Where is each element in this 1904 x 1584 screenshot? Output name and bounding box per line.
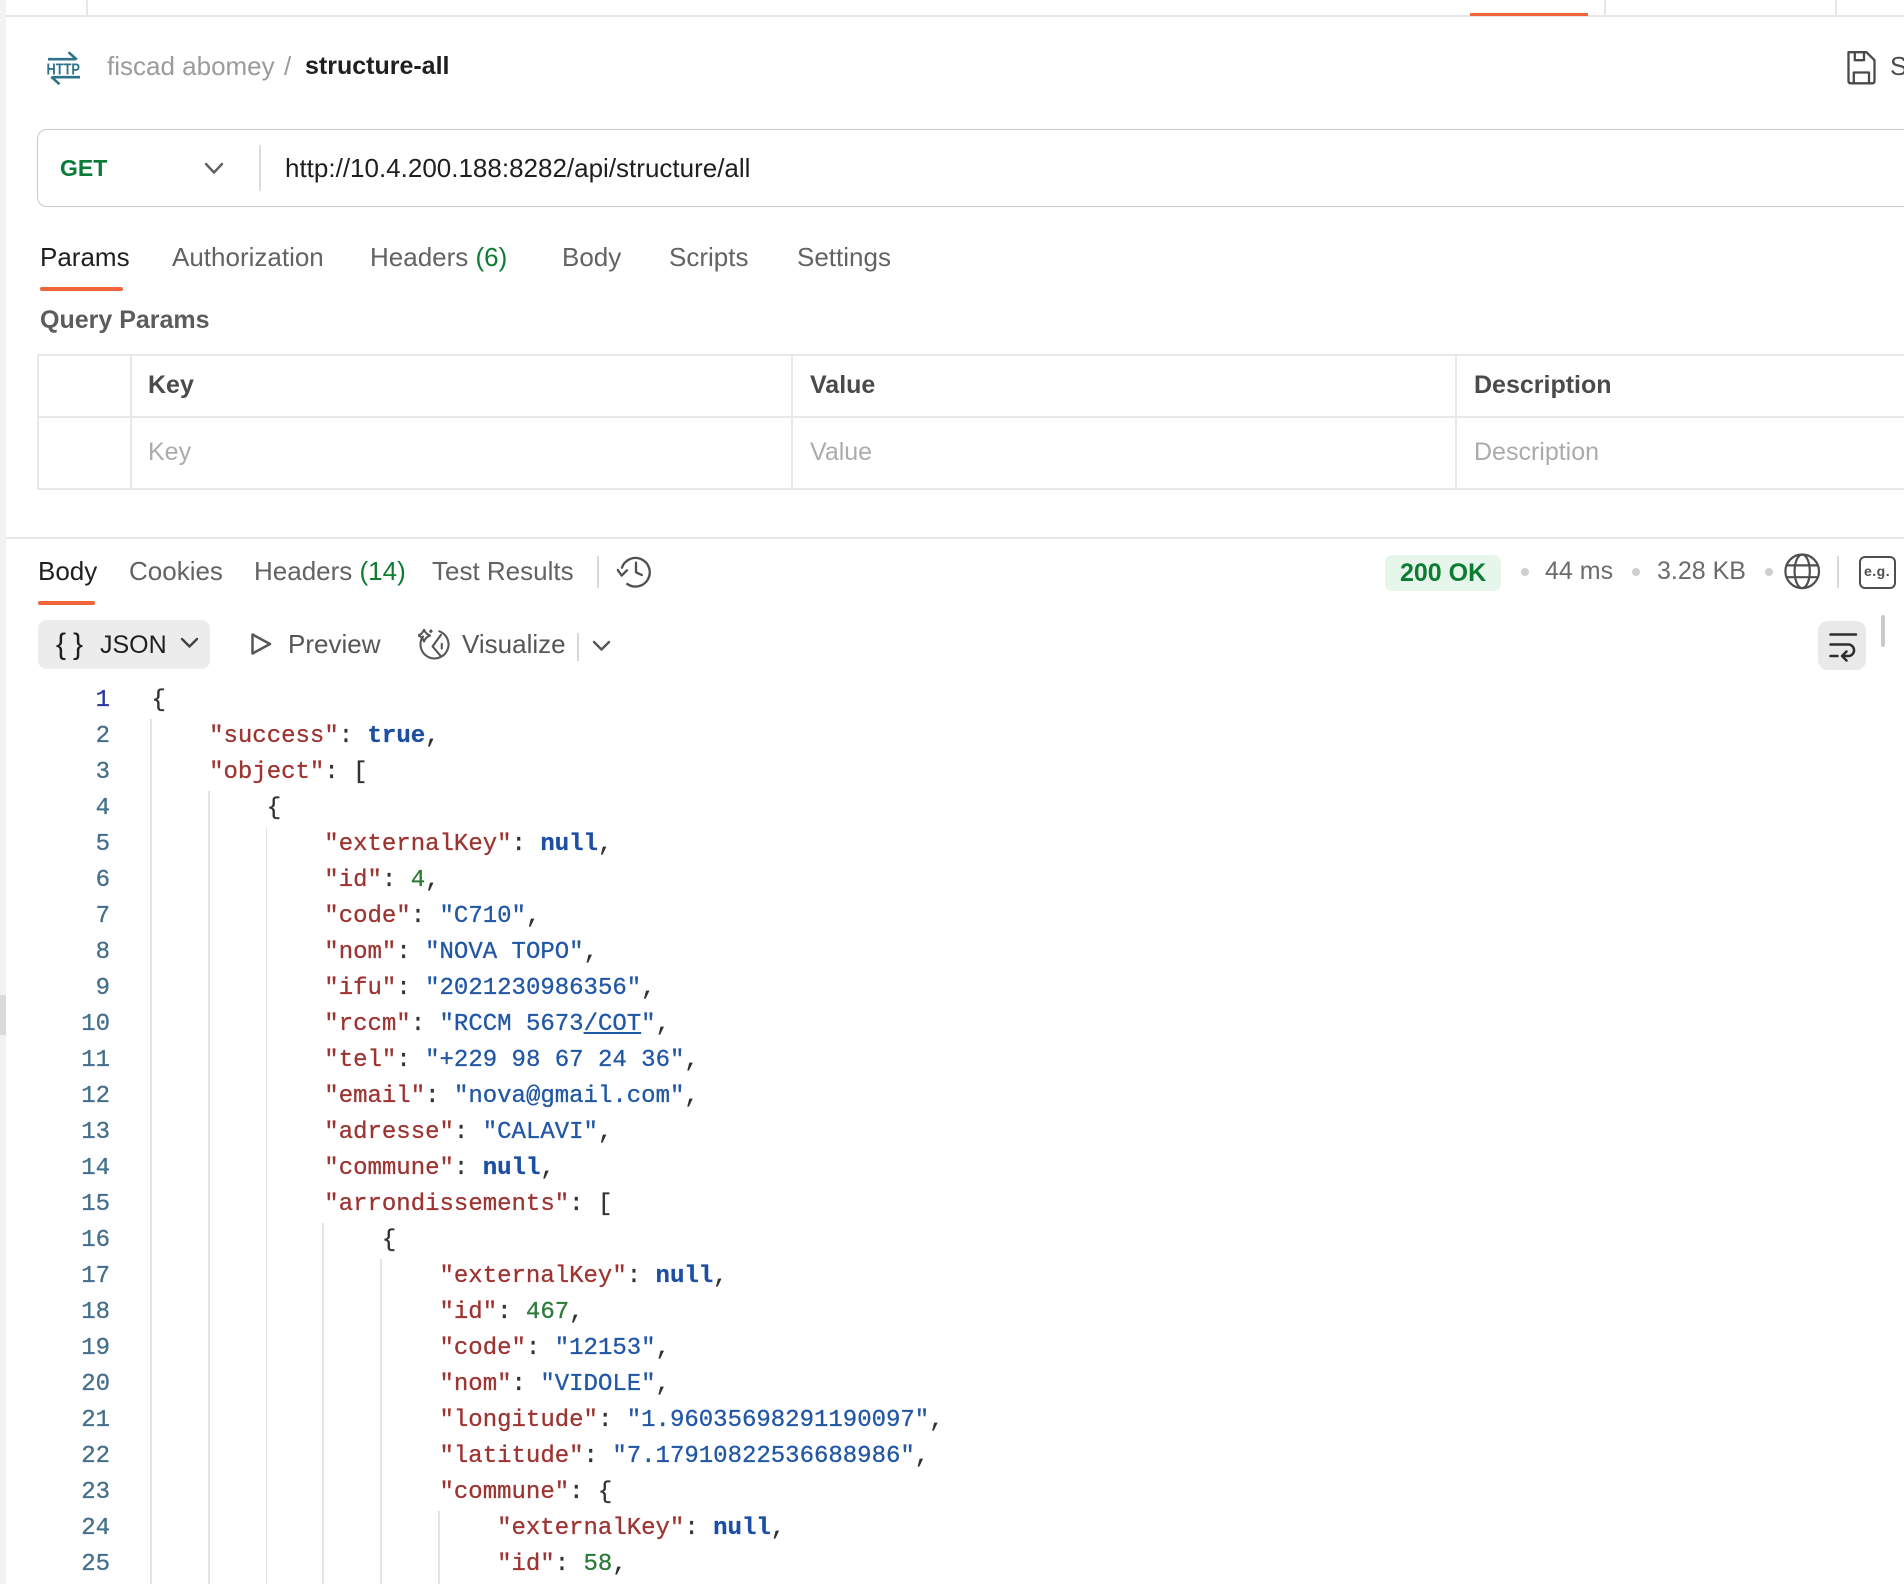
svg-text:HTTP: HTTP	[47, 61, 81, 78]
